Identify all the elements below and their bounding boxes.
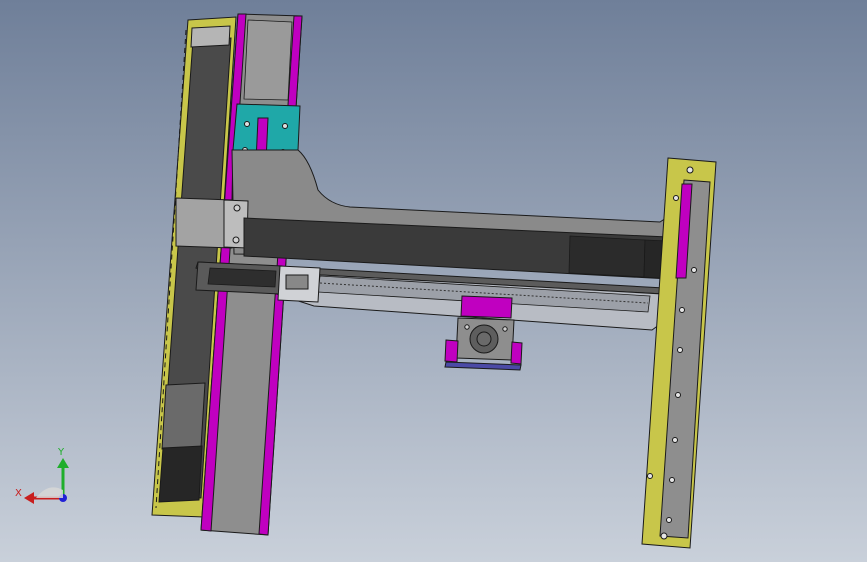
triad-label-x: X — [15, 488, 22, 499]
triad-label-y: Y — [57, 447, 65, 458]
cad-viewport[interactable]: Y X — [0, 0, 867, 562]
